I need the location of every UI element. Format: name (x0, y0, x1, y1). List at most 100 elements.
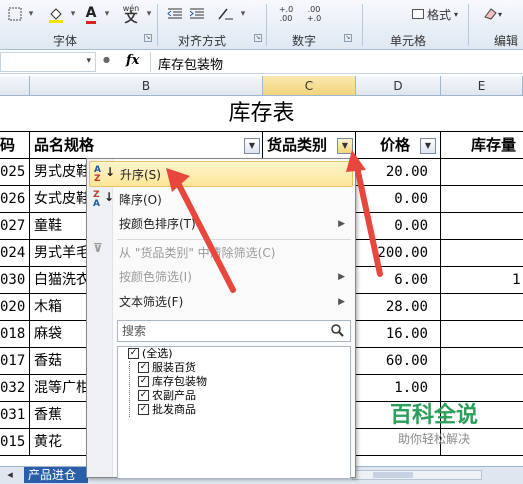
clear-button[interactable]: ▾ (478, 3, 506, 25)
filter-button-category[interactable]: ▼ (337, 138, 353, 154)
header-code-label: 码 (0, 136, 16, 154)
header-stock[interactable]: 库存量 (441, 132, 523, 159)
submenu-arrow-icon: ▶ (338, 297, 345, 307)
cell-price[interactable]: 1.00 (356, 375, 441, 401)
font-color-dropdown[interactable]: ▾ (102, 3, 112, 25)
scroll-tabs-left-icon[interactable]: ◂ (0, 467, 20, 483)
menu-item-clear-filter: ⊽ 从 "货品类别" 中清除筛选(C) (89, 240, 353, 266)
name-box-dropdown-icon[interactable]: ▾ (86, 56, 91, 66)
cell-code[interactable]: 024 (0, 240, 30, 266)
cell-stock[interactable] (441, 213, 523, 239)
phonetic-button[interactable]: wén 文 (118, 3, 144, 25)
cell-price[interactable]: 16.00 (356, 321, 441, 347)
cell-code[interactable]: 020 (0, 294, 30, 320)
search-icon (330, 323, 346, 339)
cell-code[interactable]: 032 (0, 375, 30, 401)
name-box[interactable]: ▾ (0, 52, 96, 72)
cell-price[interactable]: 200.00 (356, 240, 441, 266)
cell-code[interactable]: 031 (0, 402, 30, 428)
ribbon: ▾ ▾ A ▾ wén 文 ▾ ▾ +.0 .00 .00 +.0 格式 ▾ ▾… (0, 0, 523, 50)
cell-price[interactable]: 60.00 (356, 348, 441, 374)
border-dropdown[interactable]: ▾ (26, 3, 36, 25)
formula-content[interactable]: 库存包装物 (158, 54, 223, 73)
horizontal-scrollbar[interactable] (352, 470, 482, 480)
header-category[interactable]: 货品类别 ▼ (263, 132, 356, 159)
cell-code[interactable]: 018 (0, 321, 30, 347)
phonetic-dropdown[interactable]: ▾ (144, 3, 154, 25)
border-button[interactable] (4, 3, 26, 25)
cell-code[interactable]: 025 (0, 159, 30, 185)
menu-item-sort-ascending[interactable]: A Z ↓ 升序(S) (89, 161, 353, 187)
scrollbar-thumb[interactable] (373, 472, 413, 478)
checkbox-item[interactable]: ✓ 服装百货 (138, 361, 196, 375)
cell-stock[interactable] (441, 375, 523, 401)
number-dialog-launcher[interactable]: ↘ (344, 34, 352, 42)
cell-stock[interactable] (441, 321, 523, 347)
watermark-subtitle: 助你轻松解决 (397, 432, 470, 446)
cell-stock[interactable] (441, 159, 523, 185)
cell-stock[interactable] (441, 348, 523, 374)
font-color-icon: A (85, 5, 97, 24)
sort-descending-icon: Z A ↓ (93, 190, 115, 209)
text-orientation-button[interactable] (214, 3, 238, 25)
cell-stock[interactable] (441, 240, 523, 266)
cell-stock[interactable]: 1 (441, 267, 523, 293)
column-header-b[interactable]: B (30, 76, 263, 96)
header-price[interactable]: 价格 ▼ (356, 132, 441, 159)
sort-ascending-label: 升序(S) (120, 168, 161, 182)
column-header-e[interactable]: E (441, 76, 523, 96)
filter-button-name[interactable]: ▼ (244, 138, 260, 154)
header-price-label: 价格 (380, 136, 411, 154)
cell-price[interactable]: 0.00 (356, 186, 441, 212)
decrease-decimal-button[interactable]: .00 +.0 (300, 3, 328, 25)
clear-filter-label: 从 "货品类别" 中清除筛选(C) (119, 246, 276, 260)
watermark-title: 百科全说 (389, 403, 478, 428)
checkbox-checked-icon: ✓ (128, 348, 139, 359)
filter-value-list: ✓ (全选) ✓ 服装百货 ✓ 库存包装物 ✓ 农副产品 ✓ 批发商品 (117, 346, 351, 479)
cell-code[interactable]: 030 (0, 267, 30, 293)
formula-dropdown-icon[interactable]: ● (103, 55, 110, 64)
header-code[interactable]: 码 (0, 132, 30, 159)
column-header-a[interactable] (0, 76, 30, 96)
checkbox-item[interactable]: ✓ 批发商品 (138, 403, 196, 417)
fill-color-button[interactable] (44, 3, 68, 25)
sheet-tab-products[interactable]: 产品进仓 (24, 467, 88, 483)
font-dialog-launcher[interactable]: ↘ (144, 34, 152, 42)
checkbox-select-all[interactable]: ✓ (全选) (128, 347, 173, 361)
cell-code[interactable]: 026 (0, 186, 30, 212)
decrease-indent-button[interactable] (164, 3, 186, 25)
cell-code[interactable]: 015 (0, 429, 30, 455)
cell-stock[interactable] (441, 186, 523, 212)
column-header-c[interactable]: C (263, 76, 356, 96)
fill-color-dropdown[interactable]: ▾ (68, 3, 78, 25)
checkbox-checked-icon: ✓ (138, 376, 149, 387)
cell-price[interactable]: 0.00 (356, 213, 441, 239)
cell-code[interactable]: 027 (0, 213, 30, 239)
submenu-arrow-icon: ▶ (338, 272, 345, 282)
menu-item-text-filter[interactable]: 文本筛选(F) ▶ (89, 289, 353, 315)
cell-code[interactable]: 017 (0, 348, 30, 374)
filter-button-price[interactable]: ▼ (420, 138, 436, 154)
header-name-label: 品名规格 (34, 136, 95, 154)
cell-price[interactable]: 20.00 (356, 159, 441, 185)
increase-indent-button[interactable] (186, 3, 208, 25)
cell-price[interactable]: 28.00 (356, 294, 441, 320)
cell-price[interactable]: 6.00 (356, 267, 441, 293)
insert-function-button[interactable]: fx (126, 53, 139, 68)
menu-item-sort-by-color[interactable]: 按颜色排序(T) ▶ (89, 211, 353, 237)
format-button[interactable]: 格式 ▾ (406, 3, 464, 25)
checkbox-item[interactable]: ✓ 库存包装物 (138, 375, 207, 389)
column-header-d[interactable]: D (356, 76, 441, 96)
alignment-dialog-launcher[interactable]: ↘ (254, 34, 262, 42)
menu-item-sort-descending[interactable]: Z A ↓ 降序(O) (89, 187, 353, 213)
orientation-dropdown[interactable]: ▾ (238, 3, 248, 25)
filter-search-input[interactable]: 搜索 (117, 320, 351, 342)
header-name[interactable]: 品名规格 ▼ (30, 132, 263, 159)
cell-stock[interactable] (441, 294, 523, 320)
sheet-title[interactable]: 库存表 (0, 97, 523, 131)
ribbon-divider (468, 4, 469, 46)
checkbox-label: 库存包装物 (152, 375, 207, 388)
font-color-button[interactable]: A (80, 3, 102, 25)
increase-decimal-button[interactable]: +.0 .00 (272, 3, 300, 25)
checkbox-item[interactable]: ✓ 农副产品 (138, 389, 196, 403)
